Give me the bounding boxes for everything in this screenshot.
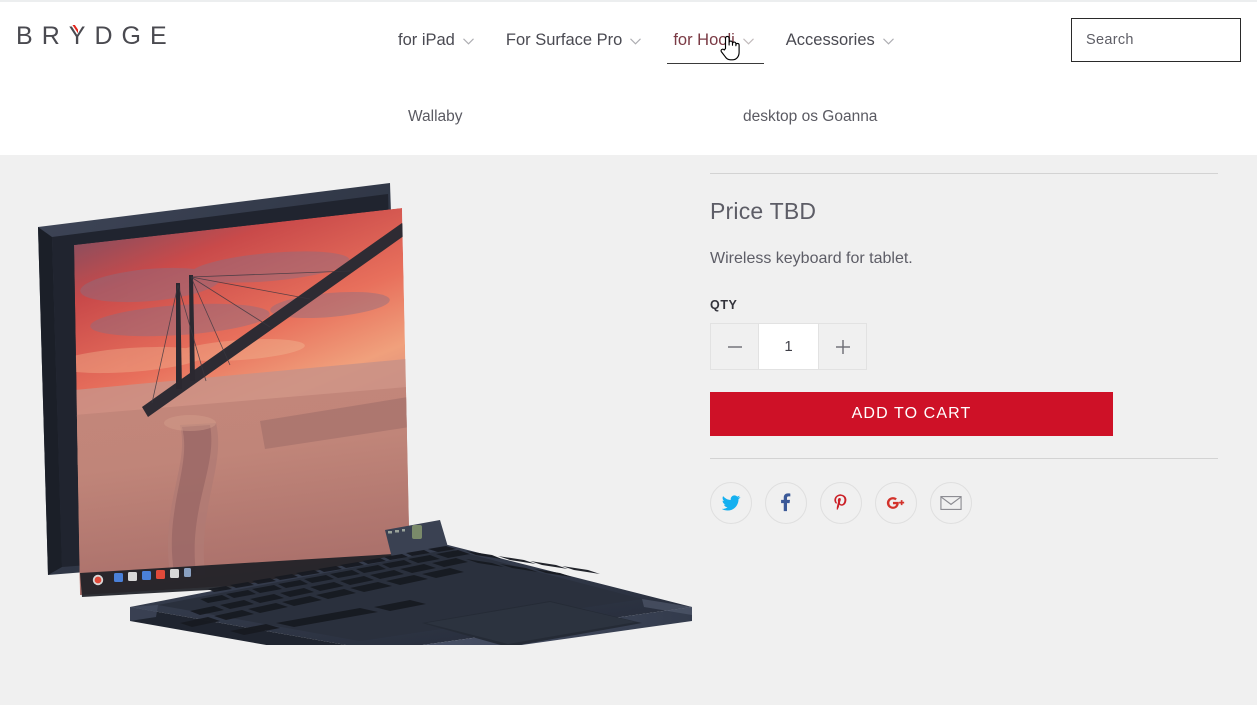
add-to-cart-label: ADD TO CART [851,405,972,422]
nav-item-label: Accessories [785,31,875,49]
twitter-icon [721,495,741,511]
laptop-illustration [38,183,692,645]
nav-item-for-hooli[interactable]: for Hooli [657,26,769,64]
logo-letter-r: R [41,22,69,50]
logo-letter-d: D [94,22,122,50]
email-icon [940,496,962,510]
nav-item-label: For Surface Pro [505,31,623,49]
main-navigation: for iPad For Surface Pro for Hooli Acces… [390,26,910,64]
plus-icon [835,339,850,354]
chevron-down-icon [882,37,894,45]
social-share-bar [710,482,1220,524]
logo-letter-y: Y [68,22,95,50]
facebook-icon [781,493,791,512]
qty-increment-button[interactable] [819,324,866,369]
chevron-down-icon [630,37,642,45]
search-box[interactable] [1071,18,1257,62]
logo-letter-b: B [16,22,42,50]
submenu-item-wallaby[interactable]: Wallaby [408,108,463,126]
page-root: BRY DGE for iPad For Surface Pro for Hool… [0,0,1257,705]
qty-input[interactable] [758,324,819,369]
product-gallery [0,155,700,705]
qty-decrement-button[interactable] [711,324,758,369]
search-input[interactable] [1084,31,1257,49]
main-content: Price TBD Wireless keyboard for tablet. … [0,155,1257,705]
brand-logo[interactable]: BRY DGE [16,24,176,49]
dropdown-submenu: Wallaby desktop os Goanna [0,102,1257,142]
nav-item-label: for iPad [398,31,455,49]
nav-item-for-surface-pro[interactable]: For Surface Pro [490,26,657,64]
googleplus-icon [886,497,905,509]
submenu-item-desktop-os-goanna[interactable]: desktop os Goanna [743,108,877,126]
qty-label: QTY [710,298,738,312]
nav-item-for-ipad[interactable]: for iPad [390,26,490,64]
product-image[interactable] [30,175,700,645]
product-description: Wireless keyboard for tablet. [710,250,913,267]
chevron-down-icon [462,37,474,45]
logo-letter-y-accent: Y [69,24,95,49]
divider-top [710,173,1218,174]
logo-letter-g: G [121,22,150,50]
product-price: Price TBD [710,198,817,224]
share-googleplus-button[interactable] [875,482,917,524]
add-to-cart-button[interactable]: ADD TO CART [710,392,1113,436]
chevron-down-icon [742,37,754,45]
product-info: Price TBD Wireless keyboard for tablet. … [710,155,1220,524]
share-twitter-button[interactable] [710,482,752,524]
share-email-button[interactable] [930,482,972,524]
nav-item-label: for Hooli [673,31,735,49]
nav-item-accessories[interactable]: Accessories [770,26,910,64]
site-header: BRY DGE for iPad For Surface Pro for Hool… [0,2,1257,155]
pinterest-icon [834,494,847,511]
share-pinterest-button[interactable] [820,482,862,524]
logo-letter-e: E [149,22,176,50]
divider-bottom [710,458,1218,459]
quantity-stepper [710,323,867,370]
share-facebook-button[interactable] [765,482,807,524]
minus-icon [727,345,742,348]
